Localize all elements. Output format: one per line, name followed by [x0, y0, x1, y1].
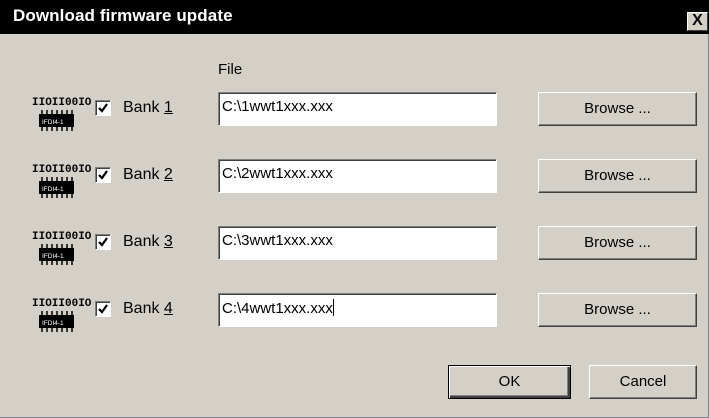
- firmware-chip-icon: IIOII00IOI IFDI4-1: [32, 161, 98, 208]
- bank-3-checkbox[interactable]: [95, 234, 111, 250]
- svg-text:IFDI4-1: IFDI4-1: [42, 119, 64, 126]
- bank-label-prefix: Bank: [123, 99, 164, 116]
- bank-label-number: 2: [163, 166, 173, 183]
- dialog-title: Download firmware update: [13, 6, 233, 25]
- svg-text:IFDI4-1: IFDI4-1: [42, 253, 64, 260]
- bank-1-browse-button[interactable]: Browse ...: [538, 92, 697, 126]
- ok-button[interactable]: OK: [448, 365, 571, 399]
- bank-label-number: 4: [163, 300, 173, 317]
- bank-3-browse-button[interactable]: Browse ...: [538, 226, 697, 260]
- bank-3-file-input[interactable]: C:\3wwt1xxx.xxx: [218, 226, 497, 260]
- bank-1-checkbox[interactable]: [95, 100, 111, 116]
- bank-1-file-path: C:\1wwt1xxx.xxx: [222, 98, 333, 115]
- svg-text:IIOII00IOI: IIOII00IOI: [32, 164, 92, 176]
- bank-4-file-input[interactable]: C:\4wwt1xxx.xxx: [218, 293, 497, 327]
- firmware-chip-icon: IIOII00IOI IFDI4-1: [32, 94, 98, 141]
- checkmark-icon: [98, 170, 108, 180]
- bank-4-label[interactable]: Bank 4: [123, 300, 173, 318]
- svg-text:IFDI4-1: IFDI4-1: [42, 320, 64, 327]
- svg-text:IIOII00IOI: IIOII00IOI: [32, 231, 92, 243]
- bank-3-label[interactable]: Bank 3: [123, 233, 173, 251]
- bank-label-prefix: Bank: [123, 233, 164, 250]
- bank-1-label[interactable]: Bank 1: [123, 99, 173, 117]
- bank-4-file-path: C:\4wwt1xxx.xxx: [222, 300, 333, 317]
- bank-label-number: 3: [163, 233, 173, 250]
- close-button[interactable]: X: [687, 12, 708, 31]
- cancel-button[interactable]: Cancel: [589, 365, 697, 399]
- bank-label-prefix: Bank: [123, 166, 164, 183]
- bank-4-checkbox[interactable]: [95, 301, 111, 317]
- bank-4-browse-button[interactable]: Browse ...: [538, 293, 697, 327]
- checkmark-icon: [98, 103, 108, 113]
- checkmark-icon: [98, 304, 108, 314]
- bank-2-label[interactable]: Bank 2: [123, 166, 173, 184]
- firmware-chip-icon: IIOII00IOI IFDI4-1: [32, 295, 98, 342]
- bank-label-number: 1: [163, 99, 173, 116]
- title-bar[interactable]: Download firmware update X: [0, 0, 709, 34]
- bank-2-file-input[interactable]: C:\2wwt1xxx.xxx: [218, 159, 497, 193]
- close-icon: X: [692, 12, 703, 29]
- svg-text:IIOII00IOI: IIOII00IOI: [32, 97, 92, 109]
- text-caret: [332, 299, 334, 316]
- bank-label-prefix: Bank: [123, 300, 164, 317]
- bank-2-file-path: C:\2wwt1xxx.xxx: [222, 165, 333, 182]
- bank-3-file-path: C:\3wwt1xxx.xxx: [222, 232, 333, 249]
- svg-text:IFDI4-1: IFDI4-1: [42, 186, 64, 193]
- firmware-chip-icon: IIOII00IOI IFDI4-1: [32, 228, 98, 275]
- bank-2-browse-button[interactable]: Browse ...: [538, 159, 697, 193]
- svg-text:IIOII00IOI: IIOII00IOI: [32, 298, 92, 310]
- file-column-header: File: [218, 61, 243, 78]
- checkmark-icon: [98, 237, 108, 247]
- bank-2-checkbox[interactable]: [95, 167, 111, 183]
- bank-1-file-input[interactable]: C:\1wwt1xxx.xxx: [218, 92, 497, 126]
- firmware-update-dialog: Download firmware update X File IIOII00I…: [0, 0, 709, 418]
